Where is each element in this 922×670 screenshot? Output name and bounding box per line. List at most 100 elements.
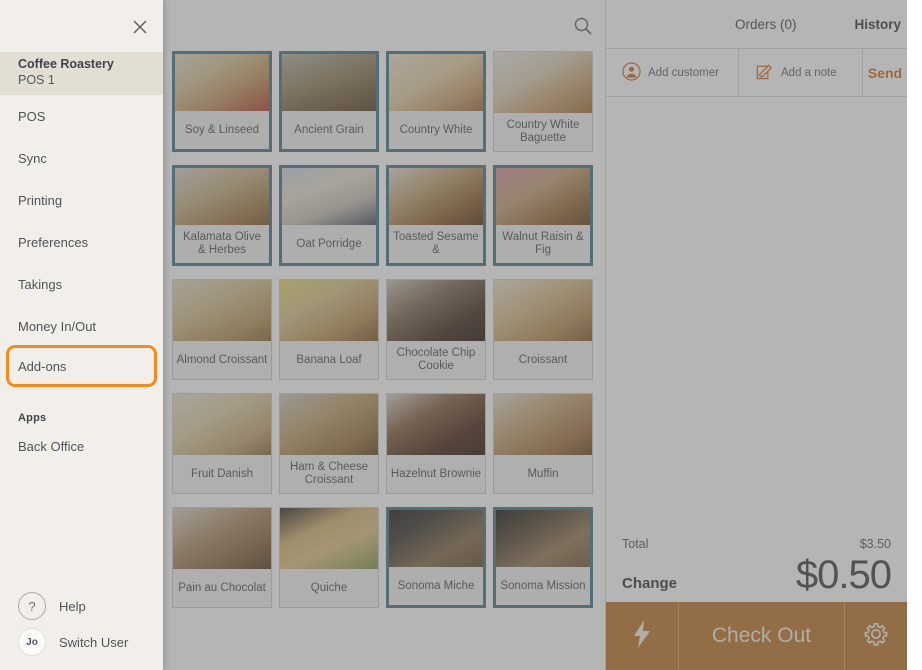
product-image xyxy=(175,54,269,114)
tab-orders[interactable]: Orders (0) xyxy=(735,17,797,32)
product-name: Kalamata Olive & Herbes xyxy=(175,225,269,263)
sidebar-item-preferences[interactable]: Preferences xyxy=(0,221,163,263)
product-tile[interactable]: Muffin xyxy=(493,393,593,494)
total-value: $3.50 xyxy=(859,537,891,551)
product-image xyxy=(173,280,271,342)
product-image xyxy=(494,52,592,114)
account-name: Coffee Roastery xyxy=(18,57,114,71)
product-name: Banana Loaf xyxy=(280,341,378,379)
product-tile[interactable]: Banana Loaf xyxy=(279,279,379,380)
product-name: Walnut Raisin & Fig xyxy=(496,225,590,263)
user-icon xyxy=(622,61,641,84)
product-image xyxy=(389,510,483,570)
product-tile[interactable]: Walnut Raisin & Fig xyxy=(493,165,593,266)
product-name: Country White Baguette xyxy=(494,113,592,151)
product-tile[interactable]: Quiche xyxy=(279,507,379,608)
product-image xyxy=(387,280,485,342)
product-tile[interactable]: Ham & Cheese Croissant xyxy=(279,393,379,494)
product-tile[interactable]: Kalamata Olive & Herbes xyxy=(172,165,272,266)
order-panel-header: Orders (0) History xyxy=(606,0,907,49)
product-tile[interactable]: Pain au Chocolat xyxy=(172,507,272,608)
note-pencil-icon xyxy=(755,62,774,84)
change-label: Change xyxy=(622,575,678,592)
account-register: POS 1 xyxy=(18,73,55,87)
product-tile[interactable]: Oat Porridge xyxy=(279,165,379,266)
sidebar-account[interactable]: Coffee Roastery POS 1 xyxy=(0,52,163,95)
product-tile[interactable]: Hazelnut Brownie xyxy=(386,393,486,494)
sidebar-item-printing[interactable]: Printing xyxy=(0,179,163,221)
sidebar: Coffee Roastery POS 1 POS Sync Printing … xyxy=(0,0,163,670)
sidebar-item-sync[interactable]: Sync xyxy=(0,137,163,179)
product-image xyxy=(389,54,483,114)
product-tile[interactable]: Fruit Danish xyxy=(172,393,272,494)
product-name: Ancient Grain xyxy=(282,111,376,149)
product-tile-grid: Soy & Linseed Ancient Grain Country White C… xyxy=(172,51,604,614)
check-out-button[interactable]: Check Out xyxy=(679,602,845,670)
switch-user-button[interactable]: Jo Switch User xyxy=(18,628,128,656)
product-image xyxy=(494,280,592,342)
product-tile[interactable]: Soy & Linseed xyxy=(172,51,272,152)
product-name: Fruit Danish xyxy=(173,455,271,493)
sidebar-item-add-ons[interactable]: Add-ons xyxy=(0,345,163,387)
checkout-settings-button[interactable] xyxy=(845,602,907,670)
add-note-button[interactable]: Add a note xyxy=(739,49,863,96)
product-name: Croissant xyxy=(494,341,592,379)
add-customer-button[interactable]: Add customer xyxy=(606,49,739,96)
gear-icon xyxy=(863,621,889,652)
product-name: Pain au Chocolat xyxy=(173,569,271,607)
send-button[interactable]: Send xyxy=(863,49,907,96)
product-tile[interactable]: Sonoma Mission xyxy=(493,507,593,608)
sidebar-item-pos[interactable]: POS xyxy=(0,95,163,137)
checkout-bar: Check Out xyxy=(606,602,907,670)
sidebar-group-apps: Apps xyxy=(18,412,47,424)
product-name: Almond Croissant xyxy=(173,341,271,379)
product-name: Sonoma Miche xyxy=(389,567,483,605)
product-grid-pane: Soy & Linseed Ancient Grain Country White C… xyxy=(163,0,605,670)
help-label: Help xyxy=(59,598,86,614)
total-row: Total $3.50 xyxy=(622,537,891,551)
sidebar-item-back-office[interactable]: Back Office xyxy=(0,425,163,467)
order-totals: Total $3.50 Change $0.50 xyxy=(606,529,907,600)
lightning-bolt-icon xyxy=(631,619,653,654)
main-area: Soy & Linseed Ancient Grain Country White C… xyxy=(163,0,907,670)
product-image xyxy=(496,510,590,570)
order-line-items xyxy=(606,97,907,529)
avatar: Jo xyxy=(18,628,46,656)
product-tile[interactable]: Ancient Grain xyxy=(279,51,379,152)
product-image xyxy=(280,394,378,456)
close-icon[interactable] xyxy=(129,16,151,38)
product-name: Toasted Sesame & xyxy=(389,225,483,263)
help-button[interactable]: ? Help xyxy=(18,592,86,620)
sidebar-item-money-in-out[interactable]: Money In/Out xyxy=(0,305,163,347)
product-name: Oat Porridge xyxy=(282,225,376,263)
product-image xyxy=(389,168,483,228)
switch-user-label: Switch User xyxy=(59,634,129,650)
product-image xyxy=(494,394,592,456)
order-action-bar: Add customer Add a note Send xyxy=(606,49,907,97)
product-tile[interactable]: Sonoma Miche xyxy=(386,507,486,608)
quick-pay-button[interactable] xyxy=(606,602,679,670)
product-tile[interactable]: Almond Croissant xyxy=(172,279,272,380)
product-name: Chocolate Chip Cookie xyxy=(387,341,485,379)
question-mark-icon: ? xyxy=(18,592,46,620)
product-name: Quiche xyxy=(280,569,378,607)
product-image xyxy=(173,508,271,570)
product-name: Country White xyxy=(389,111,483,149)
change-value: $0.50 xyxy=(795,553,892,597)
product-tile[interactable]: Toasted Sesame & xyxy=(386,165,486,266)
product-tile[interactable]: Country White xyxy=(386,51,486,152)
product-tile[interactable]: Croissant xyxy=(493,279,593,380)
product-image xyxy=(496,168,590,228)
product-name: Hazelnut Brownie xyxy=(387,455,485,493)
pos-app: Soy & Linseed Ancient Grain Country White C… xyxy=(0,0,922,670)
product-tile[interactable]: Country White Baguette xyxy=(493,51,593,152)
product-topbar xyxy=(163,0,605,50)
total-label: Total xyxy=(622,537,649,551)
add-customer-label: Add customer xyxy=(648,66,719,79)
sidebar-item-takings[interactable]: Takings xyxy=(0,263,163,305)
tab-history[interactable]: History xyxy=(854,17,901,32)
search-icon[interactable] xyxy=(573,16,593,36)
product-image xyxy=(282,168,376,228)
product-name: Soy & Linseed xyxy=(175,111,269,149)
product-tile[interactable]: Chocolate Chip Cookie xyxy=(386,279,486,380)
